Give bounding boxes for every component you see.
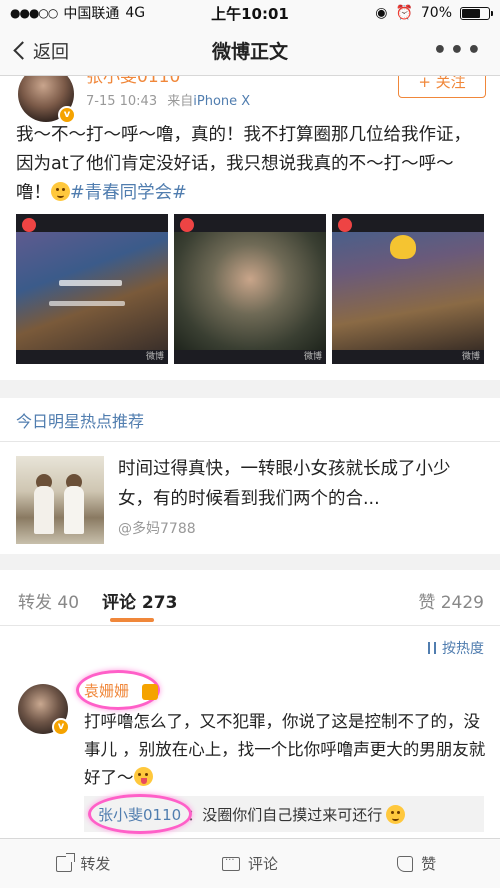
post-photo-2[interactable]: 微博 — [174, 214, 326, 364]
verified-badge-icon: v — [52, 718, 70, 736]
back-button[interactable]: 返回 — [0, 26, 69, 75]
tab-comment-label: 评论 — [102, 593, 136, 613]
post-meta: 7-15 10:43 来自iPhone X — [86, 90, 250, 109]
chevron-left-icon — [13, 41, 32, 60]
post-photo-3[interactable]: 微博 — [332, 214, 484, 364]
member-badge-icon — [142, 684, 158, 700]
hot-section-title: 今日明星热点推荐 — [16, 412, 145, 431]
comment-label: 评论 — [248, 855, 279, 873]
subtitle-bar — [49, 301, 126, 306]
hot-post-user[interactable]: @多妈7788 — [118, 518, 196, 538]
sort-button[interactable]: 按热度 — [426, 638, 484, 658]
back-label: 返回 — [33, 41, 69, 63]
hot-thumbnail[interactable] — [16, 456, 104, 544]
battery-fill — [462, 8, 481, 18]
highlight-circle-mark — [88, 794, 192, 834]
tab-repost-count: 40 — [57, 593, 80, 613]
post-text: 我～不～打～呼～噜，真的！我不打算圈那几位给我作证，因为at了他们肯定没好话，我… — [16, 121, 486, 208]
tv-logo-icon — [338, 218, 352, 232]
interaction-tabs: 转发 40 评论 273 赞 2429 — [0, 570, 500, 626]
photo-grid: 微博 微博 微博 — [16, 214, 484, 364]
repost-icon — [56, 852, 76, 872]
weibo-post: v 张小斐0110 7-15 10:43 来自iPhone X + 关注 我～不… — [0, 76, 500, 380]
follow-button[interactable]: + 关注 — [398, 76, 486, 98]
commenter-name[interactable]: 袁姗姗 — [84, 680, 129, 701]
nav-bar: 返回 微博正文 ••• — [0, 26, 500, 76]
photo-watermark: 微博 — [303, 352, 322, 362]
post-photo-1[interactable]: 微博 — [16, 214, 168, 364]
photo-watermark: 微博 — [461, 352, 480, 362]
comment-icon — [222, 852, 240, 871]
like-label: 赞 — [421, 855, 437, 873]
tv-logo-icon — [180, 218, 194, 232]
thumb-figure — [64, 486, 84, 534]
bottom-toolbar: 转发 评论 赞 — [0, 838, 500, 888]
repost-button[interactable]: 转发 — [0, 839, 167, 888]
sort-icon — [426, 641, 438, 655]
sort-label: 按热度 — [442, 641, 484, 657]
repost-label: 转发 — [80, 855, 111, 873]
upside-down-face-icon — [386, 804, 406, 824]
tab-like[interactable]: 赞 2429 — [418, 588, 484, 613]
tab-comment-count: 273 — [141, 593, 178, 613]
tab-repost-label: 转发 — [18, 593, 52, 613]
photo-scene — [16, 232, 168, 350]
status-bar: ●●●○○ 中国联通 4G 上午10:01 ◉ ⏰ 70% — [0, 0, 500, 26]
comment-text: 打呼噜怎么了，又不犯罪，你说了这是控制不了的，没事儿 ，别放在心上，找一个比你呼… — [84, 708, 486, 792]
sticker-icon — [389, 235, 416, 259]
upside-down-face-icon — [51, 182, 70, 201]
hot-recommendation-card: 今日明星热点推荐 时间过得真快，一转眼小女孩就长成了小少女，有的时候看到我们两个… — [0, 398, 500, 554]
comment-button[interactable]: 评论 — [167, 839, 334, 888]
status-time: 上午10:01 — [211, 4, 289, 23]
tab-like-label: 赞 — [418, 593, 436, 613]
comment-list: 按热度 v 袁姗姗 打呼噜怎么了，又不犯罪，你说了这是控制不了的，没事儿 ，别放… — [0, 626, 500, 838]
divider — [0, 441, 500, 442]
more-button[interactable]: ••• — [433, 38, 500, 63]
author-name[interactable]: 张小斐0110 — [86, 76, 180, 87]
source-prefix: 来自 — [167, 94, 194, 109]
tab-repost[interactable]: 转发 40 — [18, 588, 79, 613]
tongue-face-icon — [133, 767, 153, 786]
battery-icon — [460, 6, 493, 20]
tv-logo-icon — [22, 218, 36, 232]
thumbs-up-icon — [397, 855, 414, 872]
topic-link[interactable]: #青春同学会# — [70, 183, 187, 203]
active-tab-indicator — [110, 618, 154, 622]
tab-like-count: 2429 — [440, 593, 484, 613]
author-avatar[interactable]: v — [18, 76, 76, 124]
post-date: 7-15 10:43 — [86, 94, 158, 109]
subtitle-bar — [58, 280, 123, 286]
thumb-figure — [34, 486, 54, 534]
photo-watermark: 微博 — [145, 352, 164, 362]
photo-scene — [174, 232, 326, 350]
hot-post-text[interactable]: 时间过得真快，一转眼小女孩就长成了小少女，有的时候看到我们两个的合... — [118, 454, 484, 514]
page-title: 微博正文 — [211, 41, 288, 63]
tab-comment[interactable]: 评论 273 — [102, 588, 177, 613]
post-source[interactable]: iPhone X — [193, 94, 250, 109]
like-button[interactable]: 赞 — [333, 839, 500, 888]
commenter-avatar[interactable]: v — [18, 684, 70, 736]
reply-text: ：没圈你们自己摸过来可还行 — [187, 805, 383, 824]
